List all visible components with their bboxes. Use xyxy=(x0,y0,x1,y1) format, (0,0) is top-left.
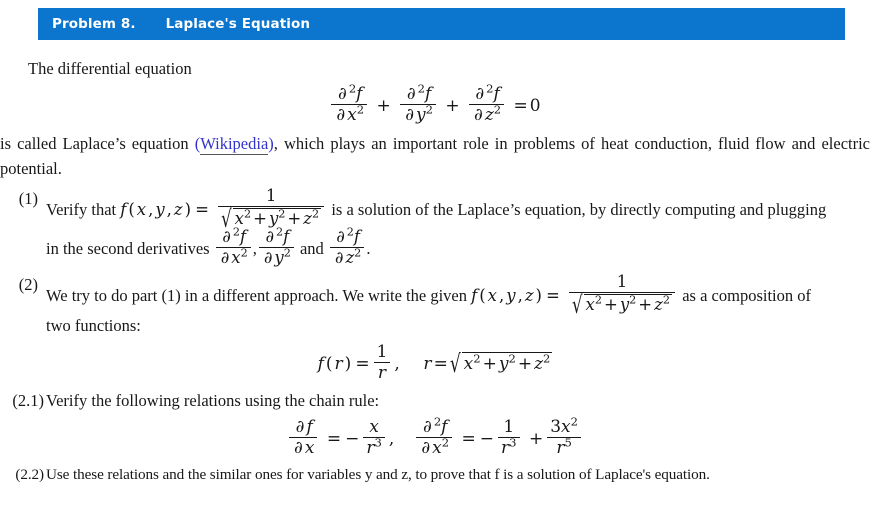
list-item-2-continuation: two functions: xyxy=(46,314,870,339)
list-item-1-continuation: in the second derivatives ∂ 2f ∂ x2, ∂ 2f ∂ y2 … xyxy=(46,227,870,267)
intro-after-equation-part1: is called Laplace’s equation xyxy=(0,134,189,154)
intro-lead-text: The differential equation xyxy=(0,56,870,81)
list-item-2-label: (2) xyxy=(18,275,38,295)
item1-text-before: Verify that xyxy=(46,200,117,220)
laplace-equation-math: ∂ 2f ∂ x2 + ∂ 2f ∂ y2 + ∂ 2f ∂ z2 = 0 xyxy=(329,83,541,125)
list-item-1: (1) Verify that f(x, y, z) = 1 √ x2 + y2 + z2 is … xyxy=(0,187,870,233)
item1-line2-before: in the second derivatives xyxy=(46,239,210,259)
laplace-display-equation: ∂ 2f ∂ x2 + ∂ 2f ∂ y2 + ∂ 2f ∂ z2 = 0 xyxy=(0,83,870,125)
chain-rule-second-equation: ∂ 2f ∂ x2 = −1 r3 +3x2 r5 xyxy=(414,415,583,457)
item1-second-derivative-x: ∂ 2f ∂ x2 xyxy=(214,227,253,266)
item2-1-text: Verify the following relations using the… xyxy=(46,390,380,410)
item2-2-text: Use these relations and the similar ones… xyxy=(46,465,710,483)
item2-text-after: as a composition of xyxy=(682,286,811,306)
list-item-2-2-label: (2.2) xyxy=(15,465,44,483)
item1-deriv-and: and xyxy=(299,239,324,259)
list-item-2-2-body: Use these relations and the similar ones… xyxy=(46,464,870,487)
chain-rule-first-equation: ∂ f ∂ x = − x r3, xyxy=(287,417,402,457)
item2-text-before: We try to do part (1) in a different app… xyxy=(46,286,467,306)
item2-line2: two functions: xyxy=(46,316,141,336)
composition-equation-math: f(r) = 1 r, r = √ x2 + y2 + z2 xyxy=(317,341,553,383)
chain-rule-display-equation: ∂ f ∂ x = − x r3, ∂ 2f ∂ x2 = −1 r3 +3x2 r5 xyxy=(0,415,870,458)
list-item-2-1-body: Verify the following relations using the… xyxy=(46,389,870,414)
intro-description-paragraph: is called Laplace’s equation (Wikipedia)… xyxy=(0,131,870,181)
item1-second-derivative-y: ∂ 2f ∂ y2 xyxy=(257,227,296,266)
composition-display-equation: f(r) = 1 r, r = √ x2 + y2 + z2 xyxy=(0,341,870,383)
list-item-2-body: We try to do part (1) in a different app… xyxy=(46,272,870,318)
item1-second-derivative-z: ∂ 2f ∂ z2 xyxy=(328,227,366,266)
list-item-1-label: (1) xyxy=(18,189,38,209)
list-item-2-1: (2.1) Verify the following relations usi… xyxy=(0,389,870,414)
item2-function-definition: f(x, y, z) = 1 √ x2 + y2 + z2 xyxy=(471,272,682,318)
list-item-1-body: Verify that f(x, y, z) = 1 √ x2 + y2 + z2 is a so… xyxy=(46,187,870,233)
item1-line2-end: . xyxy=(366,239,371,259)
intro-lead-label: The differential equation xyxy=(28,59,192,78)
list-item-2-2: (2.2) Use these relations and the simila… xyxy=(0,464,870,487)
item1-function-definition: f(x, y, z) = 1 √ x2 + y2 + z2 xyxy=(120,187,331,232)
problem-content: The differential equation ∂ 2f ∂ x2 + ∂ 2f ∂ y… xyxy=(0,56,870,487)
item1-text-after: is a solution of the Laplace’s equation,… xyxy=(331,200,827,220)
problem-number-label: Problem 8. xyxy=(52,16,136,32)
problem-title-label: Laplace's Equation xyxy=(165,16,311,32)
problem-header-banner: Problem 8. Laplace's Equation xyxy=(38,8,845,40)
list-item-2-1-label: (2.1) xyxy=(12,390,44,410)
list-item-2: (2) We try to do part (1) in a different… xyxy=(0,272,870,318)
wikipedia-link[interactable]: Wikipedia xyxy=(200,134,269,156)
